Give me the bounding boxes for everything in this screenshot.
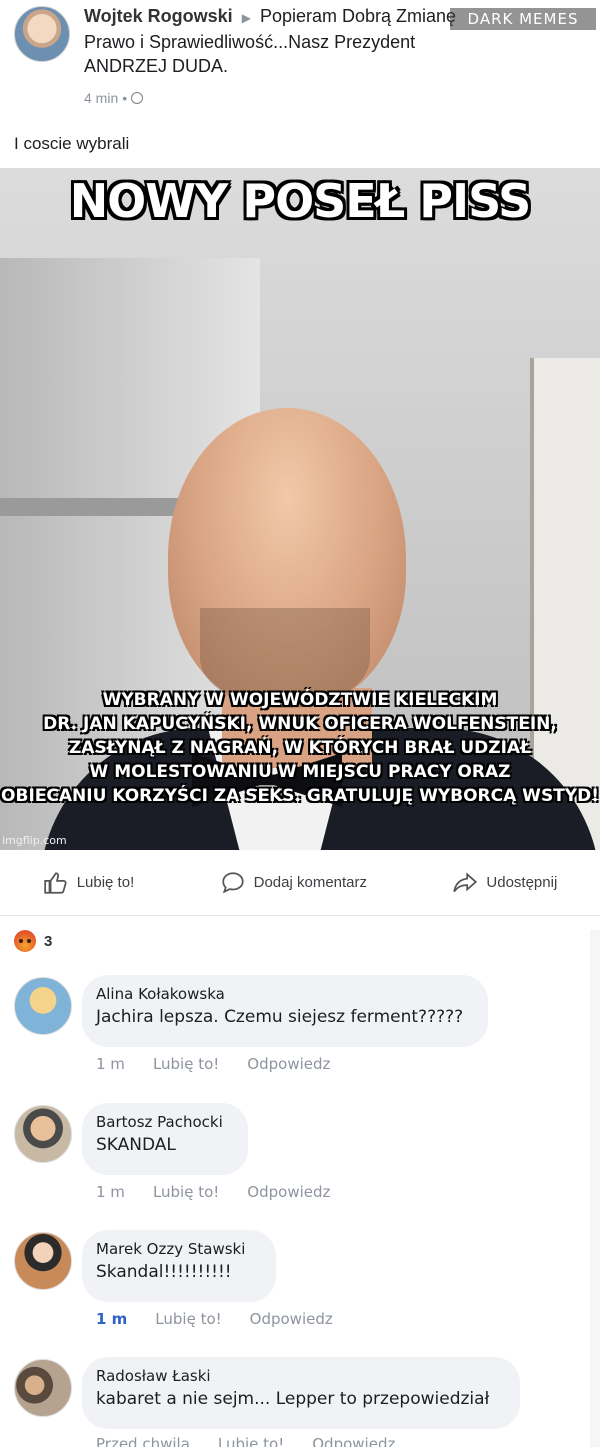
comment-reply-link[interactable]: Odpowiedz [250,1310,333,1328]
comment-reply-link[interactable]: Odpowiedz [312,1435,395,1447]
comment-icon [222,871,244,893]
comment-time[interactable]: 1 m [96,1183,125,1201]
comment-button[interactable]: Dodaj komentarz [220,870,367,896]
post-header: Wojtek Rogowski ▶ Popieram Dobrą Zmianę … [0,0,600,120]
caption-line: ZASŁYNĄŁ Z NAGRAŃ, W KTÓRYCH BRAŁ UDZIAŁ [68,738,531,758]
reaction-count: 3 [44,932,53,950]
post-actions: Lubię to! Dodaj komentarz Udostępnij [0,850,600,916]
meme-title: NOWY POSEŁ PISS [69,174,532,228]
post-text: I coscie wybrali [14,134,130,153]
caption-line: DR. JAN KAPUCYŃSKI, WNUK OFICERA WOLFENS… [43,714,557,734]
like-button[interactable]: Lubię to! [43,870,135,896]
comment-like-link[interactable]: Lubię to! [153,1183,219,1201]
share-button[interactable]: Udostępnij [452,870,557,896]
thumbs-up-icon [43,871,67,894]
watermark: DARK MEMES [450,8,596,30]
comment-time[interactable]: Przed chwilą [96,1435,190,1447]
reactions-summary[interactable]: 3 [14,930,52,952]
header-line-1: Wojtek Rogowski ▶ Popieram Dobrą Zmianę [84,4,484,30]
target-page-name[interactable]: Popieram Dobrą Zmianę [260,6,456,26]
comment-time[interactable]: 1 m [96,1055,125,1073]
commenter-avatar[interactable] [14,1232,72,1290]
like-label: Lubię to! [76,874,135,891]
comment-text: SKANDAL [96,1135,176,1155]
meta-dot: • [122,90,128,106]
comment-bubble: Alina Kołakowska Jachira lepsza. Czemu s… [82,975,488,1047]
share-label: Udostępnij [486,874,558,891]
caption-line: WYBRANY W WOJEWÓDZTWIE KIELECKIM [102,690,498,710]
share-icon [453,871,478,892]
arrow-right-icon: ▶ [241,11,251,25]
comment-like-link[interactable]: Lubię to! [153,1055,219,1073]
post-time[interactable]: 4 min [84,90,118,106]
comment-actions: 1 m Lubię to! Odpowiedz [96,1310,333,1328]
commenter-name[interactable]: Bartosz Pachocki [96,1113,232,1131]
caption-line: W MOLESTOWANIU W MIEJSCU PRACY ORAZ [89,762,511,782]
comment-like-link[interactable]: Lubię to! [218,1435,284,1447]
comment-like-link[interactable]: Lubię to! [155,1310,221,1328]
comment-text: kabaret a nie sejm... Lepper to przepowi… [96,1389,490,1409]
image-source: imgflip.com [2,834,67,847]
comment-reply-link[interactable]: Odpowiedz [247,1183,330,1201]
angry-reaction-icon [14,930,36,952]
caption-line: OBIECANIU KORZYŚCI ZA SEKS. GRATULUJĘ WY… [1,786,599,806]
comment-bubble: Marek Ozzy Stawski Skandal!!!!!!!!!! [82,1230,276,1302]
comment-label: Dodaj komentarz [253,874,368,891]
comment-text: Skandal!!!!!!!!!! [96,1262,232,1282]
comment-bubble: Bartosz Pachocki SKANDAL [82,1103,248,1175]
meme-image[interactable]: NOWY POSEŁ PISS WYBRANY W WOJEWÓDZTWIE K… [0,168,600,850]
commenter-avatar[interactable] [14,1105,72,1163]
post-header-lines: Wojtek Rogowski ▶ Popieram Dobrą Zmianę … [84,4,484,78]
header-line-2[interactable]: Prawo i Sprawiedliwość...Nasz Prezydent [84,30,484,54]
comment-time[interactable]: 1 m [96,1310,127,1328]
author-avatar[interactable] [14,6,70,62]
scrollbar-track[interactable] [590,930,600,1447]
commenter-name[interactable]: Radosław Łaski [96,1367,504,1385]
comment-actions: 1 m Lubię to! Odpowiedz [96,1183,330,1201]
commenter-avatar[interactable] [14,1359,72,1417]
commenter-name[interactable]: Alina Kołakowska [96,985,472,1003]
post-meta: 4 min • [84,90,144,106]
comment-actions: 1 m Lubię to! Odpowiedz [96,1055,330,1073]
globe-icon [131,92,144,104]
comment-text: Jachira lepsza. Czemu siejesz ferment???… [96,1007,464,1027]
commenter-name[interactable]: Marek Ozzy Stawski [96,1240,260,1258]
comment-bubble: Radosław Łaski kabaret a nie sejm... Lep… [82,1357,520,1429]
author-name[interactable]: Wojtek Rogowski [84,6,233,26]
comment-actions: Przed chwilą Lubię to! Odpowiedz [96,1435,395,1447]
comment-reply-link[interactable]: Odpowiedz [247,1055,330,1073]
header-line-3[interactable]: ANDRZEJ DUDA. [84,54,484,78]
meme-caption: WYBRANY W WOJEWÓDZTWIE KIELECKIM DR. JAN… [0,688,600,808]
commenter-avatar[interactable] [14,977,72,1035]
